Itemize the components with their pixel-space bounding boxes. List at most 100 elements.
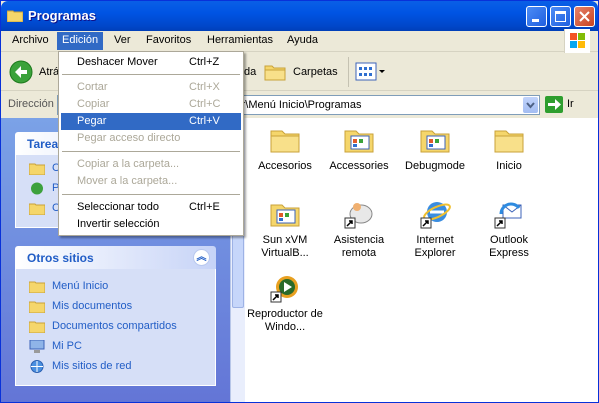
- menu-item-invertir-seleccion[interactable]: Invertir selección: [61, 216, 241, 233]
- place-link-label: Mis documentos: [52, 300, 133, 312]
- share-folder-icon: [29, 203, 45, 215]
- place-link-mis-documentos[interactable]: Mis documentos: [16, 297, 215, 317]
- file-item-internet-explorer[interactable]: Internet Explorer: [395, 198, 475, 260]
- menu-item-shortcut: Ctrl+X: [189, 81, 220, 93]
- menu-edicion[interactable]: Edición: [57, 32, 104, 50]
- collapse-chevron-icon[interactable]: ︽: [193, 249, 210, 266]
- menu-item-label: Copiar: [77, 98, 110, 110]
- menu-item-shortcut: Ctrl+C: [189, 98, 221, 110]
- menu-item-label: Invertir selección: [77, 218, 160, 230]
- maximize-button[interactable]: [550, 6, 571, 27]
- menu-bar: Archivo Edición Ver Favoritos Herramient…: [1, 29, 598, 53]
- menu-item-shortcut: Ctrl+Z: [189, 56, 220, 68]
- folder-icon: [29, 301, 45, 313]
- other-places-header[interactable]: Otros sitios ︽: [15, 246, 216, 269]
- folders-label: Carpetas: [293, 66, 338, 78]
- other-places-body: Menú Inicio Mis documentos Documentos co…: [15, 269, 216, 386]
- file-item-sun-xvm[interactable]: Sun xVM VirtualB...: [245, 198, 325, 260]
- computer-icon: [29, 340, 45, 353]
- file-label: Inicio: [496, 160, 522, 172]
- window-title: Programas: [28, 8, 96, 23]
- menu-separator: [62, 74, 240, 75]
- folders-button[interactable]: Carpetas: [263, 60, 343, 84]
- menu-item-pegar-acceso-directo[interactable]: Pegar acceso directo: [61, 130, 241, 147]
- folder-icon: [29, 163, 45, 175]
- close-button[interactable]: [574, 6, 595, 27]
- menu-item-label: Pegar: [77, 115, 107, 127]
- file-label: Reproductor de Windo...: [247, 308, 323, 333]
- maximize-icon: [555, 11, 566, 22]
- place-link-mi-pc[interactable]: Mi PC: [16, 337, 215, 357]
- title-bar[interactable]: Programas: [1, 1, 598, 31]
- place-link-label: Mi PC: [52, 340, 82, 352]
- folder-icon: [494, 130, 524, 153]
- file-item-outlook-express[interactable]: Outlook Express: [469, 198, 549, 260]
- file-item-asistencia-remota[interactable]: Asistencia remota: [319, 198, 399, 260]
- place-link-menu-inicio[interactable]: Menú Inicio: [16, 277, 215, 297]
- search-button-label[interactable]: da: [244, 66, 256, 78]
- file-label: Debugmode: [405, 160, 465, 172]
- menu-item-shortcut: Ctrl+E: [189, 201, 220, 213]
- menu-item-shortcut: Ctrl+V: [189, 115, 220, 127]
- folder-icon: [29, 281, 45, 293]
- menu-archivo[interactable]: Archivo: [12, 34, 49, 46]
- menu-favoritos[interactable]: Favoritos: [146, 34, 191, 46]
- menu-item-cortar[interactable]: Cortar Ctrl+X: [61, 79, 241, 96]
- folders-icon: [264, 65, 286, 81]
- file-label: Outlook Express: [489, 234, 529, 259]
- go-arrow-icon: [548, 99, 561, 110]
- menu-item-seleccionar-todo[interactable]: Seleccionar todo Ctrl+E: [61, 199, 241, 216]
- place-link-documentos-compartidos[interactable]: Documentos compartidos: [16, 317, 215, 337]
- views-icon: [355, 62, 385, 81]
- menu-item-label: Pegar acceso directo: [77, 132, 181, 144]
- menu-item-label: Deshacer Mover: [77, 56, 158, 68]
- file-label: Sun xVM VirtualB...: [261, 234, 309, 259]
- file-item-debugmode[interactable]: Debugmode: [395, 124, 475, 173]
- file-item-accesorios[interactable]: Accesorios: [245, 124, 325, 173]
- file-item-accessories[interactable]: Accessories: [319, 124, 399, 173]
- menu-separator: [62, 194, 240, 195]
- place-link-mis-sitios-de-red[interactable]: Mis sitios de red: [16, 357, 215, 377]
- menu-herramientas[interactable]: Herramientas: [207, 34, 273, 46]
- place-link-label: Mis sitios de red: [52, 360, 132, 372]
- file-view: Accesorios Accessories Debugmode Inicio …: [245, 118, 598, 402]
- other-places-panel: Otros sitios ︽ Menú Inicio Mis documento…: [15, 246, 216, 386]
- address-dropdown-button[interactable]: [523, 97, 538, 113]
- menu-item-mover-a-carpeta[interactable]: Mover a la carpeta...: [61, 173, 241, 190]
- menu-item-copiar[interactable]: Copiar Ctrl+C: [61, 96, 241, 113]
- folder-icon: [29, 321, 45, 333]
- minimize-icon: [532, 19, 539, 22]
- file-label: Accesorios: [258, 160, 312, 172]
- file-item-reproductor[interactable]: Reproductor de Windo...: [245, 272, 325, 334]
- explorer-window: Programas Archivo Edición Ver Favoritos …: [0, 0, 599, 403]
- menu-item-label: Copiar a la carpeta...: [77, 158, 180, 170]
- media-player-icon: [270, 276, 298, 303]
- file-label: Internet Explorer: [414, 234, 456, 259]
- place-link-label: Documentos compartidos: [52, 320, 177, 332]
- program-folder-icon: [270, 204, 300, 227]
- views-button[interactable]: [355, 61, 387, 83]
- toolbar-divider: [348, 57, 349, 87]
- menu-item-label: Mover a la carpeta...: [77, 175, 178, 187]
- file-item-inicio[interactable]: Inicio: [469, 124, 549, 173]
- menu-item-label: Cortar: [77, 81, 108, 93]
- internet-explorer-icon: [420, 202, 451, 229]
- remote-assistance-icon: [344, 203, 373, 229]
- program-folder-icon: [344, 130, 374, 153]
- go-button[interactable]: [545, 96, 563, 113]
- folder-icon: [270, 130, 300, 153]
- menu-item-copiar-a-carpeta[interactable]: Copiar a la carpeta...: [61, 156, 241, 173]
- menu-item-pegar[interactable]: Pegar Ctrl+V: [61, 113, 241, 130]
- menu-ayuda[interactable]: Ayuda: [287, 34, 318, 46]
- menu-item-label: Seleccionar todo: [77, 201, 159, 213]
- minimize-button[interactable]: [526, 6, 547, 27]
- menu-ver[interactable]: Ver: [114, 34, 131, 46]
- network-icon: [30, 360, 44, 373]
- back-arrow-icon: [9, 60, 33, 84]
- menu-item-deshacer-mover[interactable]: Deshacer Mover Ctrl+Z: [61, 54, 241, 71]
- go-label[interactable]: Ir: [567, 98, 574, 110]
- chevron-down-icon: [526, 102, 535, 109]
- file-label: Accessories: [329, 160, 389, 172]
- address-label: Dirección: [8, 98, 54, 110]
- folder-icon: [7, 10, 23, 22]
